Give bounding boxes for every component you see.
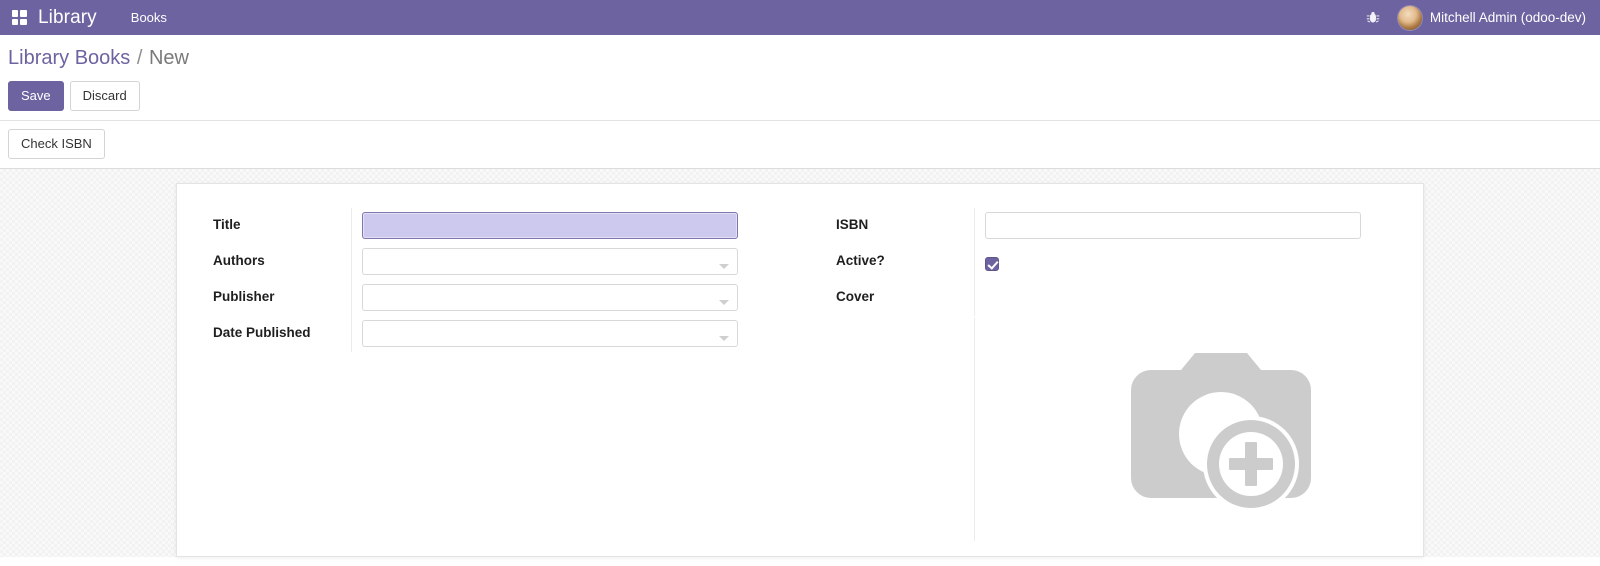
field-value-authors — [351, 244, 800, 280]
left-group-filler — [177, 352, 800, 556]
label-cover: Cover — [836, 289, 875, 304]
apps-menu-button[interactable] — [0, 0, 38, 35]
field-value-title — [351, 208, 800, 244]
field-row-title: Title — [177, 208, 800, 244]
breadcrumb-separator: / — [136, 47, 143, 69]
apps-grid-icon — [11, 10, 27, 25]
form-group-left: Title Authors Publisher Date Published — [177, 208, 800, 556]
label-authors: Authors — [213, 253, 265, 268]
form-action-buttons: Save Discard — [0, 70, 1600, 111]
breadcrumb-current: New — [148, 47, 189, 69]
breadcrumb: Library Books / New — [0, 47, 1600, 70]
check-isbn-button[interactable]: Check ISBN — [8, 129, 105, 159]
user-menu[interactable]: Mitchell Admin (odoo-dev) — [1390, 5, 1600, 30]
active-checkbox[interactable] — [985, 257, 999, 271]
field-row-cover: Cover — [800, 280, 1423, 316]
cover-label-spacer — [800, 318, 974, 541]
form-sheet: Title Authors Publisher Date Published I… — [176, 183, 1424, 557]
save-button[interactable]: Save — [8, 81, 64, 111]
form-group-right: ISBN Active? Cover — [800, 208, 1423, 556]
label-isbn: ISBN — [836, 217, 869, 232]
form-view-background: Title Authors Publisher Date Published I… — [0, 169, 1600, 557]
field-row-active: Active? — [800, 244, 1423, 280]
field-value-date-published — [351, 316, 800, 352]
breadcrumb-parent[interactable]: Library Books — [8, 47, 130, 69]
field-row-authors: Authors — [177, 244, 800, 280]
title-input[interactable] — [362, 212, 738, 239]
field-value-isbn — [974, 208, 1423, 244]
statusbar: Check ISBN — [0, 121, 1600, 169]
cover-image-row — [800, 318, 1423, 541]
authors-input[interactable] — [362, 248, 738, 275]
avatar — [1397, 5, 1422, 30]
navbar-menu-books[interactable]: Books — [119, 0, 179, 35]
publisher-input[interactable] — [362, 284, 738, 311]
discard-button[interactable]: Discard — [69, 81, 140, 111]
user-menu-label: Mitchell Admin (odoo-dev) — [1429, 10, 1586, 25]
control-panel: Library Books / New Save Discard — [0, 35, 1600, 121]
label-active: Active? — [836, 253, 885, 268]
field-value-publisher — [351, 280, 800, 316]
field-value-cover — [974, 280, 1423, 316]
isbn-input[interactable] — [985, 212, 1361, 239]
label-title: Title — [213, 217, 241, 232]
label-date-published: Date Published — [213, 325, 311, 340]
cover-image-area — [974, 318, 1423, 541]
bug-icon[interactable] — [1356, 11, 1390, 25]
field-value-active — [974, 244, 1423, 280]
label-publisher: Publisher — [213, 289, 275, 304]
camera-add-placeholder-icon[interactable] — [1093, 336, 1319, 541]
top-navbar: Library Books Mitchell Admin (odoo-dev) — [0, 0, 1600, 35]
field-row-date-published: Date Published — [177, 316, 800, 352]
date-published-input[interactable] — [362, 320, 738, 347]
field-row-publisher: Publisher — [177, 280, 800, 316]
brand-library[interactable]: Library — [38, 7, 119, 29]
field-row-isbn: ISBN — [800, 208, 1423, 244]
